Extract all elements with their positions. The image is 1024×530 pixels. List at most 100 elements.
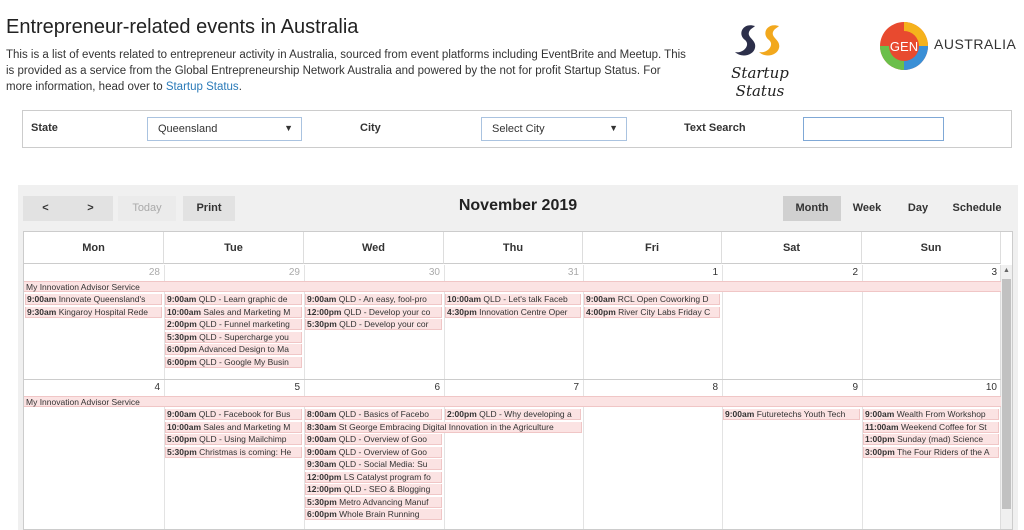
calendar-event[interactable]: 9:30am QLD - Social Media: Su (305, 459, 442, 470)
day-number[interactable]: 1 (583, 267, 722, 278)
event-time: 5:00pm (167, 434, 197, 444)
event-title: QLD - Let's talk Faceb (483, 294, 568, 304)
calendar-event[interactable]: 2:00pm QLD - Why developing a (445, 409, 581, 420)
calendar-event[interactable]: 4:30pm Innovation Centre Oper (445, 306, 581, 318)
calendar: < > Today Print November 2019 Month Week… (18, 185, 1018, 530)
all-day-event[interactable]: My Innovation Advisor Service (24, 396, 1001, 407)
city-select[interactable]: Select City ▼ (481, 117, 627, 141)
calendar-event[interactable]: 12:00pm LS Catalyst program fo (305, 471, 442, 483)
event-time: 4:30pm (447, 306, 477, 317)
scrollbar-thumb[interactable] (1002, 279, 1011, 509)
day-number[interactable]: 2 (722, 267, 862, 278)
day-number[interactable]: 3 (862, 267, 1001, 278)
day-number[interactable]: 5 (164, 382, 304, 393)
calendar-event[interactable]: 5:30pm QLD - Develop your cor (305, 319, 442, 330)
event-time: 5:30pm (307, 496, 337, 507)
event-time: 2:00pm (167, 319, 197, 329)
month-grid: ▲ Mon Tue Wed Thu Fri Sat Sun 28 29 30 31 1 2 3 My Inn… (23, 231, 1013, 530)
calendar-event[interactable]: 3:00pm The Four Riders of the A (863, 446, 999, 458)
today-button[interactable]: Today (118, 196, 176, 221)
event-time: 6:00pm (307, 509, 337, 519)
calendar-event[interactable]: 10:00am Sales and Marketing M (165, 421, 302, 433)
event-time: 10:00am (167, 421, 202, 432)
startup-status-link[interactable]: Startup Status (166, 81, 239, 93)
event-title: Sales and Marketing M (203, 306, 291, 317)
day-number[interactable]: 10 (862, 382, 1001, 393)
event-time: 9:30am (27, 306, 57, 317)
day-number[interactable]: 28 (24, 267, 164, 278)
calendar-event[interactable]: 8:00am QLD - Basics of Facebo (305, 409, 442, 420)
event-title: Advanced Design to Ma (198, 344, 289, 354)
event-time: 9:00am (307, 434, 337, 444)
day-number[interactable]: 6 (304, 382, 444, 393)
calendar-event[interactable]: 9:00am QLD - Overview of Goo (305, 434, 442, 445)
intro-text: This is a list of events related to entr… (6, 49, 686, 93)
event-time: 9:00am (27, 294, 57, 304)
calendar-event[interactable]: 9:00am Wealth From Workshop (863, 409, 999, 420)
startup-status-logo-icon (735, 25, 780, 56)
calendar-event[interactable]: 5:30pm Christmas is coming: He (165, 446, 302, 458)
event-time: 9:00am (725, 409, 755, 419)
prev-button[interactable]: < (23, 196, 68, 221)
calendar-title: November 2019 (458, 197, 578, 214)
calendar-event[interactable]: 12:00pm QLD - Develop your co (305, 306, 442, 318)
weekday-header: Thu (444, 232, 583, 264)
event-time: 6:00pm (167, 356, 197, 367)
scroll-up-icon[interactable]: ▲ (1003, 267, 1010, 274)
event-title: QLD - Develop your cor (339, 319, 429, 329)
event-title: The Four Riders of the A (896, 446, 990, 457)
calendar-event[interactable]: 6:00pm QLD - Google My Busin (165, 356, 302, 368)
all-day-event[interactable]: My Innovation Advisor Service (24, 281, 1001, 292)
text-search-input[interactable] (803, 117, 944, 141)
day-number[interactable]: 4 (24, 382, 164, 393)
calendar-event[interactable]: 12:00pm QLD - SEO & Blogging (305, 484, 442, 495)
startup-status-logo[interactable]: Startup Status (705, 20, 815, 100)
schedule-view-button[interactable]: Schedule (943, 196, 1011, 221)
calendar-event[interactable]: 5:30pm QLD - Supercharge you (165, 331, 302, 343)
event-title: QLD - Using Mailchimp (199, 434, 287, 444)
event-time: 9:00am (307, 446, 337, 457)
next-button[interactable]: > (68, 196, 113, 221)
event-time: 8:30am (307, 421, 337, 432)
calendar-event[interactable]: 9:00am Futuretechs Youth Tech (723, 409, 860, 420)
calendar-event[interactable]: 9:00am QLD - Facebook for Bus (165, 409, 302, 420)
week-view-button[interactable]: Week (841, 196, 893, 221)
event-title: Innovate Queensland's (58, 294, 146, 304)
calendar-event[interactable]: 9:30am Kingaroy Hospital Rede (25, 306, 162, 318)
event-time: 5:30pm (307, 319, 337, 329)
week-row: 28 29 30 31 1 2 3 My Innovation Advisor Service… (24, 265, 1001, 380)
calendar-event[interactable]: 10:00am Sales and Marketing M (165, 306, 302, 318)
day-number[interactable]: 31 (444, 267, 583, 278)
calendar-event[interactable]: 5:00pm QLD - Using Mailchimp (165, 434, 302, 445)
calendar-event[interactable]: 6:00pm Whole Brain Running (305, 509, 442, 520)
nav-buttons: < > (23, 196, 113, 221)
day-number[interactable]: 7 (444, 382, 583, 393)
state-select[interactable]: Queensland ▼ (147, 117, 302, 141)
calendar-event[interactable]: 9:00am QLD - Overview of Goo (305, 446, 442, 458)
event-time: 8:00am (307, 409, 337, 419)
day-number[interactable]: 9 (722, 382, 862, 393)
calendar-event[interactable]: 9:00am QLD - Learn graphic de (165, 294, 302, 305)
calendar-event[interactable]: 9:00am RCL Open Coworking D (584, 294, 720, 305)
day-number[interactable]: 29 (164, 267, 304, 278)
calendar-event[interactable]: 11:00am Weekend Coffee for St (863, 421, 999, 433)
day-number[interactable]: 30 (304, 267, 444, 278)
calendar-event[interactable]: 6:00pm Advanced Design to Ma (165, 344, 302, 355)
print-button[interactable]: Print (183, 196, 235, 221)
calendar-event[interactable]: 10:00am QLD - Let's talk Faceb (445, 294, 581, 305)
calendar-event[interactable]: 4:00pm River City Labs Friday C (584, 306, 720, 318)
calendar-event[interactable]: 2:00pm QLD - Funnel marketing (165, 319, 302, 330)
calendar-event[interactable]: 1:00pm Sunday (mad) Science (863, 434, 999, 445)
day-number[interactable]: 8 (583, 382, 722, 393)
event-title: QLD - Overview of Goo (338, 434, 428, 444)
event-time: 4:00pm (586, 306, 616, 317)
calendar-event[interactable]: 9:00am Innovate Queensland's (25, 294, 162, 305)
calendar-event[interactable]: 9:00am QLD - An easy, fool-pro (305, 294, 442, 305)
grid-scrollbar[interactable]: ▲ (1000, 265, 1012, 529)
month-view-button[interactable]: Month (783, 196, 841, 221)
calendar-event[interactable]: 5:30pm Metro Advancing Manuf (305, 496, 442, 508)
calendar-event[interactable]: 8:30am St George Embracing Digital Innov… (305, 421, 582, 433)
gen-australia-logo[interactable]: GEN AUSTRALIA (878, 20, 1016, 72)
day-view-button[interactable]: Day (893, 196, 943, 221)
event-title: RCL Open Coworking D (617, 294, 709, 304)
